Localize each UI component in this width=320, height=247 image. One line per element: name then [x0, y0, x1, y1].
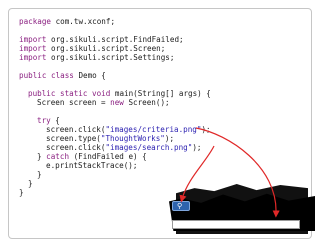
screen-declaration: Screen screen = new Screen();: [37, 98, 170, 107]
closing-brace: }: [28, 179, 33, 188]
keyword: import: [19, 35, 47, 44]
code-text: (FindFailed e) {: [69, 152, 147, 161]
code-text: e.printStackTrace();: [46, 161, 138, 170]
catch-line: } catch (FindFailed e) {: [37, 152, 147, 161]
code-text: );: [164, 134, 175, 143]
code-text: Screen();: [123, 98, 170, 107]
code-text: }: [37, 152, 47, 161]
import-path: org.sikuli.script.Screen;: [46, 44, 166, 53]
code-text: Screen screen =: [37, 98, 111, 107]
type-call: screen.type("ThoughtWorks");: [46, 134, 174, 143]
string-literal: "images/criteria.png": [105, 125, 202, 134]
import-line: import org.sikuli.script.Screen;: [19, 44, 165, 53]
closing-brace: }: [37, 170, 42, 179]
string-literal: "images/search.png": [105, 143, 193, 152]
string-literal: "ThoughtWorks": [100, 134, 165, 143]
import-line: import org.sikuli.script.Settings;: [19, 53, 174, 62]
package-line: package com.tw.xconf;: [19, 17, 115, 26]
keyword: package: [19, 17, 52, 26]
import-path: org.sikuli.script.FindFailed;: [46, 35, 184, 44]
import-path: org.sikuli.script.Settings;: [46, 53, 175, 62]
keyword: new: [110, 98, 124, 107]
click-criteria-call: screen.click("images/criteria.png");: [46, 125, 211, 134]
keyword: public static void: [28, 89, 111, 98]
try-line: try {: [37, 116, 60, 125]
keyword: import: [19, 53, 47, 62]
method-signature: main(String[] args) {: [110, 89, 211, 98]
code-text: );: [201, 125, 211, 134]
slide: package com.tw.xconf; import org.sikuli.…: [0, 0, 320, 247]
class-declaration: public class Demo {: [19, 71, 106, 80]
closing-brace: }: [19, 188, 24, 197]
keyword: import: [19, 44, 47, 53]
code-text: {: [50, 116, 60, 125]
click-search-call: screen.click("images/search.png");: [46, 143, 201, 152]
class-name: Demo {: [73, 71, 106, 80]
code-text: );: [192, 143, 202, 152]
code-text: screen.type(: [46, 134, 101, 143]
print-stack-trace: e.printStackTrace();: [46, 161, 137, 170]
search-input[interactable]: [172, 220, 300, 229]
search-button[interactable]: ⚲: [172, 201, 190, 211]
import-line: import org.sikuli.script.FindFailed;: [19, 35, 184, 44]
code-text: screen.click(: [46, 125, 106, 134]
method-declaration: public static void main(String[] args) {: [28, 89, 211, 98]
code-text: screen.click(: [46, 143, 106, 152]
keyword: try: [37, 116, 51, 125]
keyword: catch: [46, 152, 70, 161]
package-name: com.tw.xconf;: [51, 17, 116, 26]
keyword: public class: [19, 71, 74, 80]
search-icon: ⚲: [177, 202, 183, 210]
